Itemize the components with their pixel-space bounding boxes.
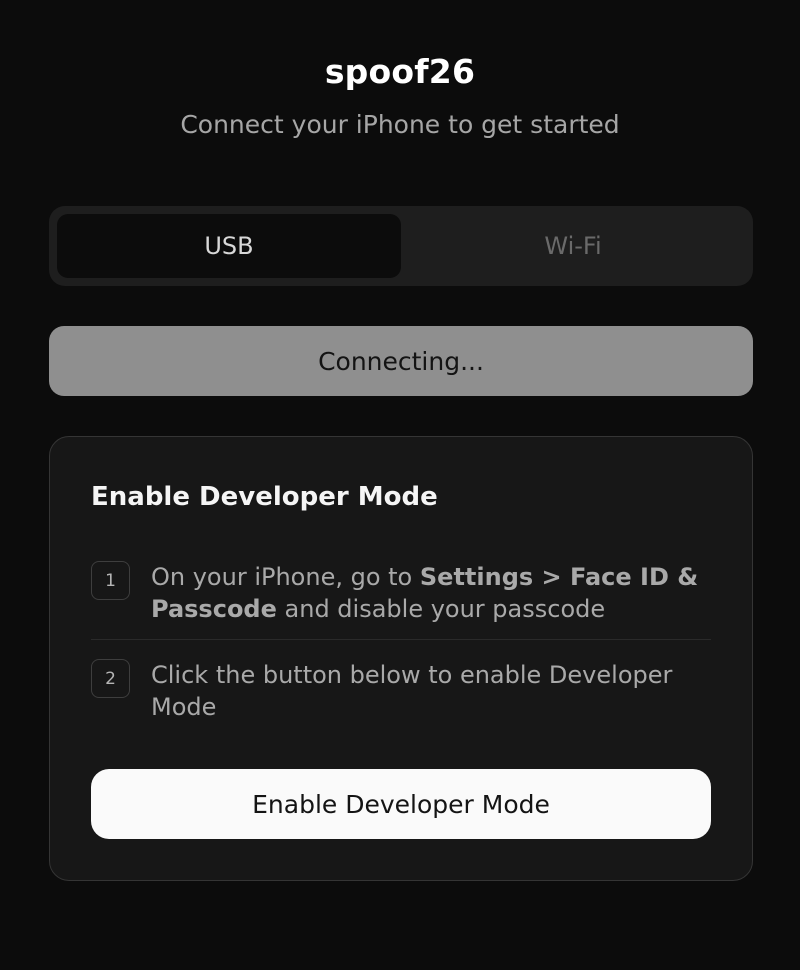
app-subtitle: Connect your iPhone to get started <box>180 110 620 139</box>
step-number-badge: 1 <box>91 561 130 600</box>
step-text-part: On your iPhone, go to <box>151 563 420 591</box>
connection-type-segmented-control: USB Wi-Fi <box>49 206 753 286</box>
developer-mode-card: Enable Developer Mode 1 On your iPhone, … <box>49 436 753 881</box>
app-window: spoof26 Connect your iPhone to get start… <box>0 0 800 970</box>
app-title: spoof26 <box>324 52 476 91</box>
tab-wifi[interactable]: Wi-Fi <box>401 214 745 278</box>
step-text: On your iPhone, go to Settings > Face ID… <box>151 561 711 625</box>
tab-usb[interactable]: USB <box>57 214 401 278</box>
step-divider <box>91 639 711 640</box>
card-title: Enable Developer Mode <box>91 482 438 512</box>
step-text-part: and disable your passcode <box>276 595 606 623</box>
enable-developer-mode-button[interactable]: Enable Developer Mode <box>91 769 711 839</box>
step-text: Click the button below to enable Develop… <box>151 661 673 721</box>
step-number-badge: 2 <box>91 659 130 698</box>
connecting-button[interactable]: Connecting... <box>49 326 753 396</box>
